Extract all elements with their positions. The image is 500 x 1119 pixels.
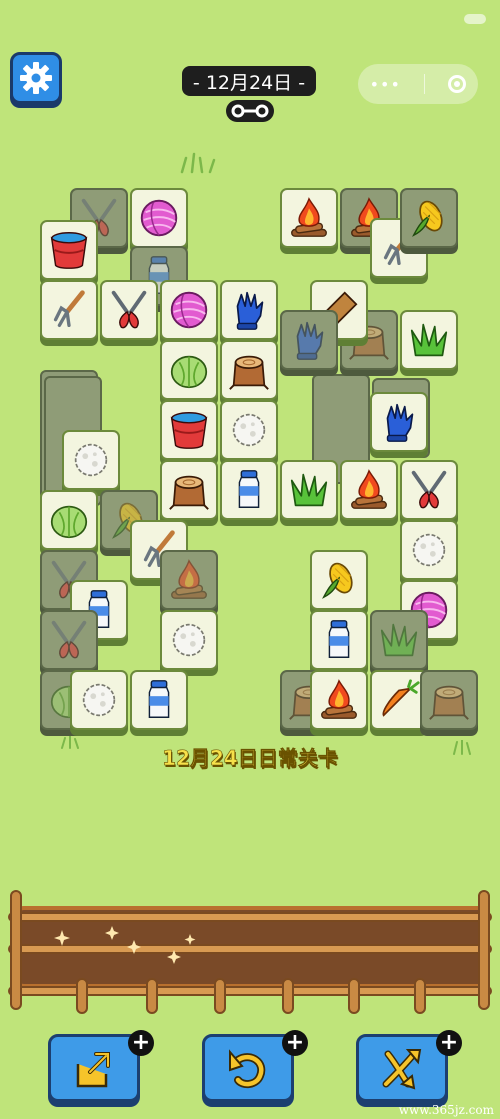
tile[interactable] bbox=[160, 610, 218, 670]
watermark: www.365jz.com bbox=[398, 1103, 494, 1117]
bucket-icon bbox=[46, 227, 92, 273]
rake-icon bbox=[46, 287, 92, 333]
date-label: - 12月24日 - bbox=[182, 66, 316, 96]
campfire-icon bbox=[316, 677, 362, 723]
grass-icon bbox=[376, 617, 422, 663]
move-out-button[interactable] bbox=[48, 1034, 140, 1102]
tile[interactable] bbox=[40, 490, 98, 550]
tile[interactable] bbox=[160, 460, 218, 520]
corn-icon bbox=[316, 557, 362, 603]
milk-bottle-icon bbox=[136, 677, 182, 723]
undo-icon bbox=[229, 1049, 266, 1089]
sparkle-icon bbox=[54, 926, 196, 964]
fence-post bbox=[348, 978, 360, 1014]
tile[interactable] bbox=[310, 610, 368, 670]
grass-decoration bbox=[61, 736, 79, 749]
cabbage-icon bbox=[46, 497, 92, 543]
tile[interactable] bbox=[370, 392, 428, 452]
tile[interactable] bbox=[370, 610, 428, 670]
tile[interactable] bbox=[40, 220, 98, 280]
fence-post bbox=[414, 978, 426, 1014]
tile[interactable] bbox=[220, 400, 278, 460]
settings-button[interactable] bbox=[10, 52, 62, 104]
fence-post bbox=[478, 890, 490, 1010]
grass-decoration bbox=[180, 152, 216, 174]
status-indicator bbox=[464, 14, 486, 24]
fence-post bbox=[76, 978, 88, 1014]
glove-icon bbox=[226, 287, 272, 333]
grass-icon bbox=[406, 317, 452, 363]
cotton-icon bbox=[166, 617, 212, 663]
add-move-out-button[interactable]: + bbox=[128, 1030, 154, 1056]
cabbage-icon bbox=[166, 347, 212, 393]
tile[interactable] bbox=[160, 550, 218, 610]
miniprogram-capsule: ••• bbox=[358, 64, 478, 104]
shuffle-button[interactable] bbox=[356, 1034, 448, 1102]
shears-icon bbox=[406, 467, 452, 513]
shears-icon bbox=[106, 287, 152, 333]
add-undo-button[interactable]: + bbox=[282, 1030, 308, 1056]
corn-icon bbox=[406, 195, 452, 241]
shears-icon bbox=[46, 617, 92, 663]
tile[interactable] bbox=[400, 520, 458, 580]
cotton-icon bbox=[76, 677, 122, 723]
bucket-icon bbox=[166, 407, 212, 453]
add-shuffle-button[interactable]: + bbox=[436, 1030, 462, 1056]
tile[interactable] bbox=[400, 460, 458, 520]
tile[interactable] bbox=[340, 460, 398, 520]
glove-icon bbox=[286, 317, 332, 363]
tile[interactable] bbox=[70, 670, 128, 730]
undo-button[interactable] bbox=[202, 1034, 294, 1102]
tile[interactable] bbox=[40, 280, 98, 340]
link-icon bbox=[226, 100, 274, 122]
shuffle-icon bbox=[382, 1049, 422, 1090]
milk-bottle-icon bbox=[316, 617, 362, 663]
tile[interactable] bbox=[220, 280, 278, 340]
tile[interactable] bbox=[400, 310, 458, 370]
tile[interactable] bbox=[280, 188, 338, 248]
move-out-icon bbox=[76, 1052, 110, 1088]
grass-icon bbox=[286, 467, 332, 513]
fence-post bbox=[214, 978, 226, 1014]
tile[interactable] bbox=[40, 610, 98, 670]
yarn-ball-icon bbox=[136, 195, 182, 241]
tile[interactable] bbox=[420, 670, 478, 730]
glove-icon bbox=[376, 399, 422, 445]
tile[interactable] bbox=[130, 188, 188, 248]
gear-icon bbox=[20, 62, 52, 94]
tile[interactable] bbox=[160, 400, 218, 460]
tile[interactable] bbox=[160, 280, 218, 340]
tile[interactable] bbox=[280, 460, 338, 520]
tile[interactable] bbox=[220, 340, 278, 400]
cotton-icon bbox=[406, 527, 452, 573]
tree-stump-icon bbox=[226, 347, 272, 393]
tile[interactable] bbox=[310, 670, 368, 730]
cotton-icon bbox=[226, 407, 272, 453]
tile[interactable] bbox=[130, 670, 188, 730]
cotton-icon bbox=[68, 437, 114, 483]
tile[interactable] bbox=[220, 460, 278, 520]
tile[interactable] bbox=[400, 188, 458, 248]
campfire-icon bbox=[166, 557, 212, 603]
fence-post bbox=[282, 978, 294, 1014]
campfire-icon bbox=[346, 467, 392, 513]
carrot-icon bbox=[376, 677, 422, 723]
yarn-ball-icon bbox=[166, 287, 212, 333]
tile[interactable] bbox=[280, 310, 338, 370]
tree-stump-icon bbox=[166, 467, 212, 513]
milk-bottle-icon bbox=[226, 467, 272, 513]
grass-decoration bbox=[453, 740, 471, 755]
tree-stump-icon bbox=[426, 677, 472, 723]
campfire-icon bbox=[286, 195, 332, 241]
tile[interactable] bbox=[100, 280, 158, 340]
fence-post bbox=[146, 978, 158, 1014]
close-icon[interactable] bbox=[448, 75, 467, 93]
tile[interactable] bbox=[160, 340, 218, 400]
fence-post bbox=[10, 890, 22, 1010]
more-icon[interactable]: ••• bbox=[370, 75, 401, 94]
tile[interactable] bbox=[310, 550, 368, 610]
tile[interactable] bbox=[62, 430, 120, 490]
